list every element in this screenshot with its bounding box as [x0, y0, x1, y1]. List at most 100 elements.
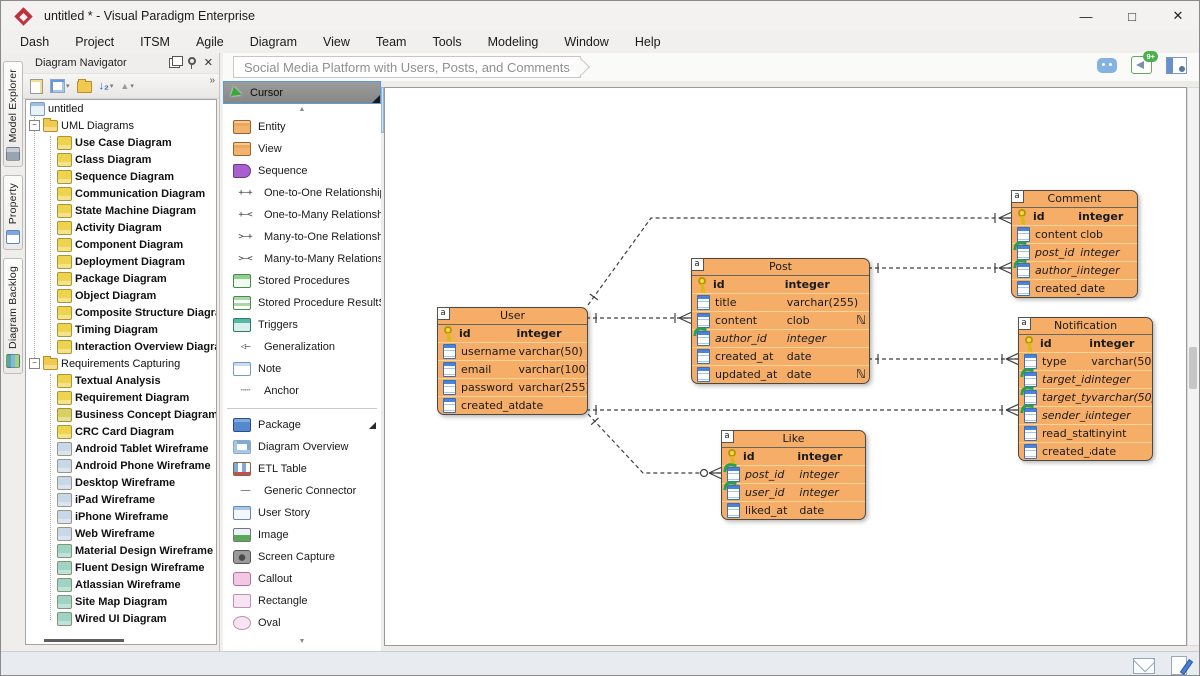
tab-property[interactable]: Property — [3, 175, 23, 249]
new-diagram-button[interactable] — [28, 77, 45, 96]
entity-column-user-id[interactable]: user_idinteger — [722, 483, 865, 501]
menu-modeling[interactable]: Modeling — [475, 33, 552, 51]
pin-panel-icon[interactable] — [188, 57, 196, 65]
entity-notification[interactable]: aNotificationidintegertypevarchar(50)tar… — [1018, 317, 1153, 461]
tree-item-atlassian-wireframe[interactable]: Atlassian Wireframe — [26, 576, 216, 593]
palette-item-stored-procedures[interactable]: Stored Procedures — [223, 270, 381, 292]
palette-item-diagram-overview[interactable]: Diagram Overview — [223, 436, 381, 458]
mail-icon[interactable] — [1133, 658, 1155, 674]
tree-item-android-tablet-wireframe[interactable]: Android Tablet Wireframe — [26, 440, 216, 457]
entity-column-target-id[interactable]: target_idinteger — [1019, 370, 1152, 388]
palette-item-rectangle[interactable]: Rectangle — [223, 590, 381, 612]
close-button[interactable]: ✕ — [1155, 1, 1200, 31]
tree-item-android-phone-wireframe[interactable]: Android Phone Wireframe — [26, 457, 216, 474]
palette-item-many-to-one-relationship[interactable]: >–+Many-to-One Relationship — [223, 226, 381, 248]
entity-column-created-at[interactable]: created_atdate — [1012, 279, 1137, 297]
entity-column-id[interactable]: idinteger — [1012, 208, 1137, 225]
tree-item-wired-ui-diagram[interactable]: Wired UI Diagram — [26, 610, 216, 627]
entity-column-updated-at[interactable]: updated_atdateℕ — [692, 365, 869, 383]
entity-column-post-id[interactable]: post_idinteger — [722, 465, 865, 483]
tree-item-crc-card-diagram[interactable]: CRC Card Diagram — [26, 423, 216, 440]
menu-dash[interactable]: Dash — [7, 33, 62, 51]
entity-column-liked-at[interactable]: liked_atdate — [722, 501, 865, 519]
diagram-canvas[interactable]: aUseridintegerusernamevarchar(50)emailva… — [384, 87, 1187, 646]
entity-column-post-id[interactable]: post_idinteger — [1012, 243, 1137, 261]
edit-diagram-icon[interactable] — [1171, 656, 1187, 675]
entity-column-created-at[interactable]: created_atdate — [692, 347, 869, 365]
entity-column-id[interactable]: idinteger — [692, 276, 869, 293]
maximize-button[interactable]: □ — [1109, 1, 1155, 31]
menu-team[interactable]: Team — [363, 33, 420, 51]
canvas-vertical-scrollbar[interactable] — [1187, 87, 1200, 646]
tree-item-requirements-capturing[interactable]: −Requirements Capturing — [26, 355, 216, 372]
tab-diagram-backlog[interactable]: Diagram Backlog — [3, 258, 23, 374]
tree-item-iphone-wireframe[interactable]: iPhone Wireframe — [26, 508, 216, 525]
menu-project[interactable]: Project — [62, 33, 127, 51]
entity-column-created-at[interactable]: created_atdate — [438, 396, 587, 414]
entity-user[interactable]: aUseridintegerusernamevarchar(50)emailva… — [437, 307, 588, 415]
palette-item-entity[interactable]: Entity — [223, 116, 381, 138]
entity-column-title[interactable]: titlevarchar(255) — [692, 293, 869, 311]
tree-item-desktop-wireframe[interactable]: Desktop Wireframe — [26, 474, 216, 491]
tree-item-requirement-diagram[interactable]: Requirement Diagram — [26, 389, 216, 406]
tree-item-fluent-design-wireframe[interactable]: Fluent Design Wireframe — [26, 559, 216, 576]
palette-item-note[interactable]: Note — [223, 358, 381, 380]
sort-diagrams-button[interactable]: ↓₂▾ — [97, 79, 116, 94]
palette-item-one-to-one-relationship[interactable]: +–+One-to-One Relationship — [223, 182, 381, 204]
entity-column-target-type[interactable]: target_typevarchar(50) — [1019, 388, 1152, 406]
show-panel-icon[interactable] — [1166, 57, 1187, 74]
palette-item-user-story[interactable]: User Story — [223, 502, 381, 524]
vp-assistant-icon[interactable] — [1097, 58, 1117, 73]
tree-horizontal-scrollbar[interactable] — [44, 639, 124, 642]
menu-help[interactable]: Help — [622, 33, 674, 51]
tree-item-site-map-diagram[interactable]: Site Map Diagram — [26, 593, 216, 610]
toolbar-overflow-icon[interactable]: » — [209, 75, 215, 86]
tree-item-interaction-overview-diagram[interactable]: Interaction Overview Diagram — [26, 338, 216, 355]
entity-column-password[interactable]: passwordvarchar(255) — [438, 378, 587, 396]
tree-item-ipad-wireframe[interactable]: iPad Wireframe — [26, 491, 216, 508]
connector-user-like[interactable] — [588, 414, 721, 473]
announcements-icon[interactable]: 9+ — [1131, 56, 1152, 74]
palette-item-package[interactable]: Package — [223, 414, 381, 436]
tree-item-component-diagram[interactable]: Component Diagram — [26, 236, 216, 253]
tab-model-explorer[interactable]: Model Explorer — [3, 61, 23, 167]
tree-item-deployment-diagram[interactable]: Deployment Diagram — [26, 253, 216, 270]
scrollbar-thumb[interactable] — [1189, 347, 1197, 389]
entity-column-content[interactable]: contentclobℕ — [692, 311, 869, 329]
collapse-node-icon[interactable]: − — [29, 120, 40, 131]
entity-column-id[interactable]: idinteger — [438, 325, 587, 342]
tree-item-business-concept-diagram[interactable]: Business Concept Diagram — [26, 406, 216, 423]
entity-comment[interactable]: aCommentidintegercontentclobpost_idinteg… — [1011, 190, 1138, 298]
tree-item-object-diagram[interactable]: Object Diagram — [26, 287, 216, 304]
tree-item-material-design-wireframe[interactable]: Material Design Wireframe — [26, 542, 216, 559]
tree-item-timing-diagram[interactable]: Timing Diagram — [26, 321, 216, 338]
palette-item-screen-capture[interactable]: Screen Capture — [223, 546, 381, 568]
diagram-tree[interactable]: untitled−UML DiagramsUse Case DiagramCla… — [25, 99, 217, 645]
entity-column-read-status[interactable]: read_statustinyint — [1019, 424, 1152, 442]
entity-like[interactable]: aLikeidintegerpost_idintegeruser_idinteg… — [721, 430, 866, 520]
entity-post[interactable]: aPostidintegertitlevarchar(255)contentcl… — [691, 258, 870, 384]
palette-scroll-down[interactable]: ▼ — [223, 636, 381, 648]
palette-item-image[interactable]: Image — [223, 524, 381, 546]
minimize-button[interactable]: — — [1063, 1, 1109, 31]
tree-item-uml-diagrams[interactable]: −UML Diagrams — [26, 117, 216, 134]
palette-item-generalization[interactable]: ◁—Generalization — [223, 336, 381, 358]
palette-item-sequence[interactable]: Sequence — [223, 160, 381, 182]
menu-agile[interactable]: Agile — [183, 33, 237, 51]
entity-column-sender-id[interactable]: sender_idinteger — [1019, 406, 1152, 424]
palette-item-oval[interactable]: Oval — [223, 612, 381, 634]
menu-view[interactable]: View — [310, 33, 363, 51]
tree-item-activity-diagram[interactable]: Activity Diagram — [26, 219, 216, 236]
palette-item-callout[interactable]: Callout — [223, 568, 381, 590]
entity-column-author-id[interactable]: author_idinteger — [692, 329, 869, 347]
tree-item-state-machine-diagram[interactable]: State Machine Diagram — [26, 202, 216, 219]
tree-item-use-case-diagram[interactable]: Use Case Diagram — [26, 134, 216, 151]
title-bar[interactable]: untitled * - Visual Paradigm Enterprise … — [1, 1, 1200, 32]
tree-item-web-wireframe[interactable]: Web Wireframe — [26, 525, 216, 542]
palette-item-generic-connector[interactable]: ——Generic Connector — [223, 480, 381, 502]
entity-column-author-id[interactable]: author_idinteger — [1012, 261, 1137, 279]
menu-window[interactable]: Window — [551, 33, 621, 51]
palette-scroll-up[interactable]: ▲ — [223, 104, 381, 116]
entity-column-content[interactable]: contentclob — [1012, 225, 1137, 243]
entity-column-email[interactable]: emailvarchar(100) — [438, 360, 587, 378]
